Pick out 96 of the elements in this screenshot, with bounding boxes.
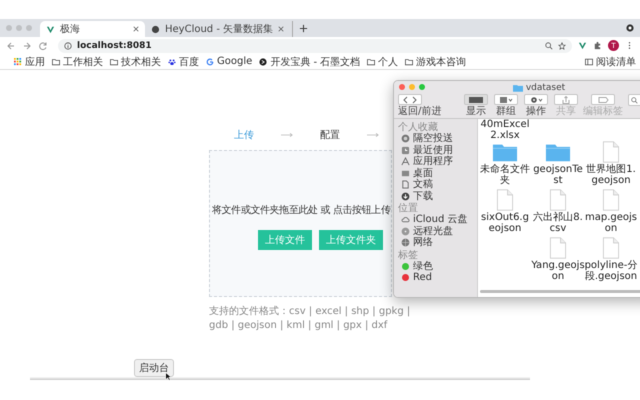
bookmark-item[interactable]: 工作相关	[52, 54, 103, 68]
sidebar-item[interactable]: 应用程序	[398, 156, 477, 168]
file-name[interactable]: 六出祁山8.csv	[531, 212, 585, 234]
chevrons-icon	[402, 96, 418, 104]
grid-icon	[498, 96, 514, 104]
bookmark-item[interactable]: 游戏本咨询	[405, 54, 466, 68]
favicon-icon	[46, 24, 55, 34]
close-icon[interactable]	[133, 26, 139, 32]
sidebar-item[interactable]: 下载	[398, 190, 477, 202]
round-logo-icon	[259, 58, 268, 66]
close-button[interactable]	[399, 84, 405, 90]
zoom-icon[interactable]	[545, 42, 553, 50]
folder-icon	[405, 58, 414, 66]
icon-view-icon	[468, 96, 484, 104]
grid-icon	[14, 58, 22, 66]
toolbar-label: 群组	[496, 106, 516, 117]
paw-icon	[168, 58, 176, 66]
share-button[interactable]	[554, 94, 578, 105]
section-heading: 标签	[398, 250, 419, 260]
toolbar-label: 操作	[526, 106, 546, 117]
sidebar-item[interactable]: 隔空投送	[398, 133, 477, 144]
step-label: 配置	[320, 128, 340, 142]
zoom-button[interactable]	[419, 84, 425, 90]
toolbar-label: 编辑标签	[583, 106, 623, 117]
bookmark-item[interactable]: 个人	[367, 54, 398, 68]
action-button[interactable]	[524, 94, 548, 105]
radar-icon	[401, 134, 410, 144]
sidebar-item[interactable]: 桌面	[398, 168, 477, 179]
toolbar-label: 共享	[556, 106, 576, 117]
bookmark-item[interactable]: 开发宝典 - 石墨文档	[259, 54, 360, 68]
bookmark-item[interactable]: 技术相关	[110, 54, 161, 68]
supported-formats: 支持的文件格式：csv | excel | shp | gpkg | gdb | geojson | kml | gml | gpx | dxf	[209, 305, 412, 333]
sidebar-item[interactable]: 最近使用	[398, 144, 477, 156]
toolbar-label: 显示	[466, 106, 486, 117]
record-icon[interactable]	[626, 24, 634, 32]
back-icon[interactable]	[6, 40, 16, 50]
sidebar-item[interactable]: 远程光盘	[398, 226, 477, 237]
forward-icon[interactable]	[22, 40, 32, 50]
step-label: 上传	[234, 128, 254, 142]
folder-icon	[367, 58, 376, 66]
star-icon[interactable]	[558, 42, 566, 50]
file-name[interactable]: polyline-分段.geojson	[584, 260, 638, 282]
bookmark-item[interactable]: 应用	[14, 54, 45, 68]
file-name[interactable]: 未命名文件夹	[478, 164, 532, 186]
gear-icon	[528, 96, 544, 104]
document-icon	[401, 180, 410, 190]
address-bar[interactable]: localhost:8081	[58, 38, 572, 52]
cloud-icon	[401, 215, 410, 224]
file-name[interactable]: 世界地图1.geojson	[584, 164, 638, 186]
cursor-icon	[165, 372, 171, 381]
sidebar-item[interactable]: 绿色	[398, 260, 477, 272]
folder-icon	[512, 84, 523, 92]
bookmark-item[interactable]: 百度	[168, 54, 199, 68]
puzzle-icon[interactable]	[593, 41, 602, 50]
folder-icon	[110, 58, 118, 66]
bookmark-item[interactable]: Google	[206, 56, 252, 67]
file-name[interactable]: map.geojson	[584, 212, 638, 234]
section-heading: 位置	[398, 203, 419, 214]
sidebar-item[interactable]: iCloud 云盘	[398, 214, 477, 226]
search-icon	[631, 96, 638, 104]
browser-tab[interactable]: 极海	[40, 21, 145, 37]
group-button[interactable]	[494, 94, 518, 105]
file-name[interactable]: 40mExcel2.xlsx	[478, 119, 532, 141]
dock-tooltip: 启动台	[134, 359, 174, 377]
file-name[interactable]: sixOut6.geojson	[478, 212, 532, 234]
file-name[interactable]: Yang.geojson	[531, 260, 585, 282]
scrollbar[interactable]	[480, 290, 640, 293]
tag-button[interactable]	[591, 94, 615, 105]
info-icon[interactable]	[64, 42, 72, 50]
favicon-icon	[151, 24, 160, 34]
new-tab-icon[interactable]	[299, 24, 308, 33]
book-icon	[585, 58, 593, 66]
view-switcher[interactable]	[464, 94, 488, 105]
apps-icon	[401, 157, 410, 166]
monitor-icon	[401, 168, 410, 178]
reading-list[interactable]: 阅读清单	[585, 54, 636, 68]
folder-icon	[52, 58, 60, 66]
back-forward-control[interactable]	[398, 94, 422, 105]
reload-icon[interactable]	[38, 40, 48, 50]
sidebar-item[interactable]: 网络	[398, 237, 477, 248]
close-icon[interactable]	[278, 26, 284, 32]
arrow-icon	[367, 132, 379, 138]
section-heading: 个人收藏	[398, 122, 438, 133]
toolbar-label: 返回/前进	[398, 106, 442, 117]
drop-hint: 将文件或文件夹拖至此处 或 点击按钮上传	[211, 204, 390, 217]
globe-icon	[401, 238, 410, 248]
g-icon	[206, 58, 214, 66]
download-icon	[401, 192, 410, 201]
clock-icon	[401, 146, 410, 155]
disc-icon	[401, 226, 410, 236]
file-name[interactable]: geojsonTest	[531, 164, 585, 186]
sidebar-item[interactable]: Red	[398, 272, 477, 284]
sidebar-item[interactable]: 文稿	[398, 179, 477, 190]
extension-icon[interactable]	[578, 41, 587, 50]
arrow-icon	[281, 132, 293, 138]
window-title: vdataset	[526, 83, 566, 93]
